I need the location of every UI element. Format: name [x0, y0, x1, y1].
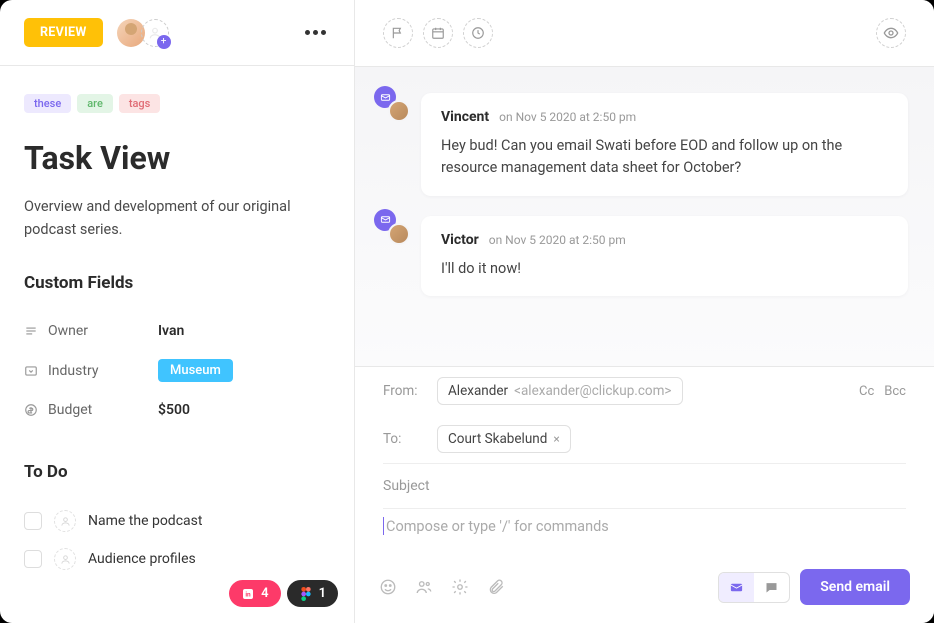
- watch-button[interactable]: [876, 18, 906, 48]
- comment-time: on Nov 5 2020 at 2:50 pm: [489, 233, 626, 247]
- todo-label[interactable]: Name the podcast: [88, 513, 202, 529]
- from-chip[interactable]: Alexander <alexander@clickup.com>: [437, 377, 683, 405]
- comment-body: Hey bud! Can you email Swati before EOD …: [441, 135, 888, 180]
- send-button[interactable]: Send email: [800, 569, 910, 605]
- text-field-icon: [24, 324, 48, 338]
- cc-button[interactable]: Cc: [859, 384, 874, 399]
- checkbox[interactable]: [24, 550, 42, 568]
- bcc-button[interactable]: Bcc: [884, 384, 906, 399]
- plus-icon: +: [157, 35, 171, 49]
- attachment-button[interactable]: [487, 578, 505, 596]
- pill-count: 4: [261, 586, 268, 601]
- from-email: <alexander@clickup.com>: [514, 383, 671, 399]
- to-chip[interactable]: Court Skabelund ×: [437, 425, 571, 453]
- from-name: Alexander: [448, 383, 508, 399]
- custom-field-value[interactable]: Museum: [158, 359, 233, 382]
- flag-button[interactable]: [383, 18, 413, 48]
- todo-item: Audience profiles: [24, 540, 330, 578]
- tag[interactable]: are: [77, 94, 113, 113]
- custom-fields-heading: Custom Fields: [24, 273, 330, 293]
- custom-field-row: Budget $500: [24, 392, 330, 428]
- task-title[interactable]: Task View: [24, 139, 330, 177]
- remove-recipient-icon[interactable]: ×: [553, 432, 559, 446]
- more-icon: [305, 30, 326, 35]
- body-placeholder: Compose or type '/' for commands: [386, 518, 609, 535]
- invision-icon: in: [241, 587, 255, 601]
- comment-author: Vincent: [441, 109, 489, 125]
- tags-row: these are tags: [24, 94, 330, 113]
- todo-item: Name the podcast: [24, 502, 330, 540]
- time-button[interactable]: [463, 18, 493, 48]
- figma-icon: [299, 587, 313, 601]
- assign-button[interactable]: [54, 510, 76, 532]
- to-label: To:: [383, 431, 425, 447]
- custom-field-label: Industry: [48, 363, 158, 379]
- svg-text:in: in: [245, 590, 251, 598]
- more-button[interactable]: [301, 26, 330, 39]
- tag[interactable]: tags: [119, 94, 161, 113]
- custom-field-value[interactable]: Ivan: [158, 323, 184, 339]
- assign-button[interactable]: [54, 548, 76, 570]
- subject-input[interactable]: Subject: [355, 464, 934, 508]
- figma-pill[interactable]: 1: [287, 580, 338, 607]
- todo-label[interactable]: Audience profiles: [88, 551, 196, 567]
- comment-avatar[interactable]: [381, 216, 407, 242]
- dropdown-field-icon: [24, 364, 48, 378]
- status-badge[interactable]: REVIEW: [24, 18, 103, 47]
- invision-pill[interactable]: in 4: [229, 580, 280, 607]
- emoji-button[interactable]: [379, 578, 397, 596]
- todo-heading: To Do: [24, 462, 330, 482]
- custom-field-label: Owner: [48, 323, 158, 339]
- currency-field-icon: [24, 403, 48, 417]
- settings-button[interactable]: [451, 578, 469, 596]
- custom-field-row: Owner Ivan: [24, 313, 330, 349]
- email-mode-button[interactable]: [719, 573, 754, 602]
- comment-time: on Nov 5 2020 at 2:50 pm: [499, 110, 636, 124]
- comment: Vincent on Nov 5 2020 at 2:50 pm Hey bud…: [381, 93, 908, 196]
- comment-author: Victor: [441, 232, 479, 248]
- date-button[interactable]: [423, 18, 453, 48]
- to-name: Court Skabelund: [448, 431, 547, 447]
- pill-count: 1: [319, 586, 326, 601]
- add-assignee-button[interactable]: +: [141, 19, 169, 47]
- custom-field-label: Budget: [48, 402, 158, 418]
- tag[interactable]: these: [24, 94, 71, 113]
- body-input[interactable]: Compose or type '/' for commands: [355, 509, 934, 555]
- mention-button[interactable]: [415, 578, 433, 596]
- from-label: From:: [383, 383, 425, 399]
- checkbox[interactable]: [24, 512, 42, 530]
- custom-field-row: Industry Museum: [24, 349, 330, 392]
- task-description[interactable]: Overview and development of our original…: [24, 195, 330, 241]
- comment: Victor on Nov 5 2020 at 2:50 pm I'll do …: [381, 216, 908, 296]
- comment-body: I'll do it now!: [441, 258, 888, 280]
- custom-field-value[interactable]: $500: [158, 402, 190, 418]
- comment-mode-button[interactable]: [754, 573, 789, 602]
- comment-avatar[interactable]: [381, 93, 407, 119]
